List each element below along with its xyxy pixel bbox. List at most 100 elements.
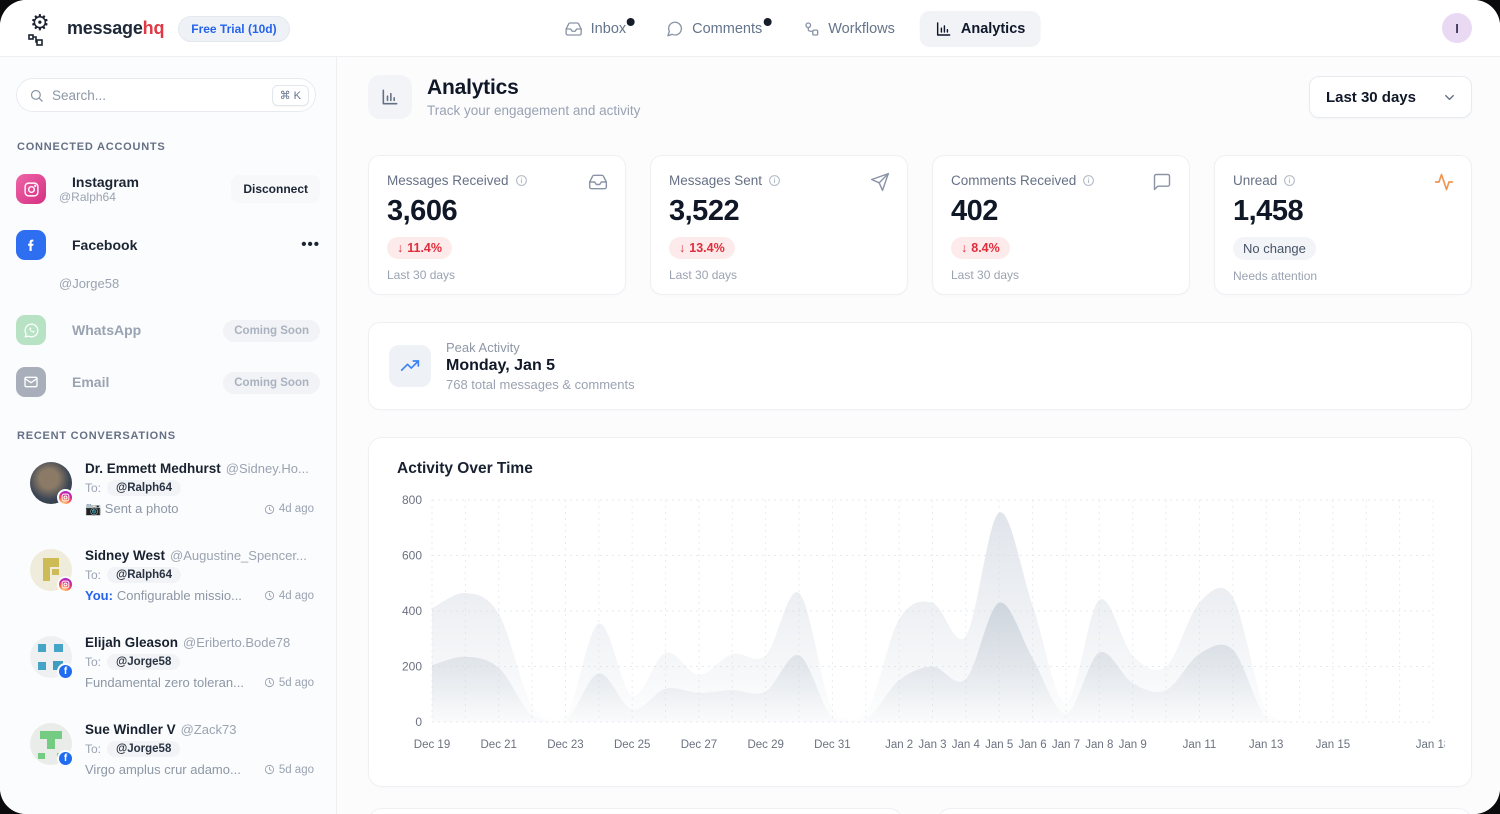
- next-section-cards: [368, 808, 1472, 814]
- info-icon[interactable]: [1082, 174, 1095, 187]
- peak-activity-banner: Peak Activity Monday, Jan 5 768 total me…: [368, 322, 1472, 410]
- message-preview: Fundamental zero toleran...: [85, 675, 244, 690]
- avatar: [30, 462, 72, 504]
- info-icon[interactable]: [515, 174, 528, 187]
- instagram-badge-icon: [57, 576, 74, 593]
- svg-text:Dec 27: Dec 27: [681, 739, 717, 751]
- conversation-handle: @Zack73: [181, 722, 237, 737]
- svg-text:Jan 18: Jan 18: [1416, 739, 1445, 751]
- down-arrow-icon: [397, 241, 403, 255]
- stat-label: Messages Sent: [669, 173, 762, 188]
- svg-text:Jan 7: Jan 7: [1052, 739, 1080, 751]
- more-options-button[interactable]: •••: [301, 236, 320, 253]
- stat-value: 3,522: [669, 195, 889, 228]
- conversation-handle: @Eriberto.Bode78: [183, 635, 290, 650]
- whatsapp-icon: [16, 315, 46, 345]
- info-icon[interactable]: [1283, 174, 1296, 187]
- facebook-icon: [16, 230, 46, 260]
- analytics-main: Analytics Track your engagement and acti…: [337, 57, 1500, 814]
- svg-text:600: 600: [402, 549, 422, 563]
- svg-text:800: 800: [402, 493, 422, 507]
- notification-dot: [763, 18, 771, 26]
- trial-badge: Free Trial (10d): [178, 16, 289, 42]
- chart-title: Activity Over Time: [397, 460, 1443, 478]
- message-preview: Virgo amplus crur adamo...: [85, 762, 241, 777]
- app-window: ⚙ messagehq Free Trial (10d) Inbox Comme…: [0, 0, 1500, 814]
- search-box[interactable]: ⌘ K: [16, 78, 316, 112]
- clock-icon: [264, 677, 275, 688]
- connected-accounts-heading: CONNECTED ACCOUNTS: [17, 141, 336, 153]
- page-title: Analytics: [427, 76, 640, 100]
- search-input[interactable]: [52, 88, 264, 103]
- bottom-card-sliver: [937, 808, 1472, 814]
- conversation-item[interactable]: Dr. Emmett Medhurst@Sidney.Ho... To:@Ral…: [0, 460, 336, 530]
- svg-text:200: 200: [402, 660, 422, 674]
- tab-workflows[interactable]: Workflows: [787, 11, 910, 47]
- sidebar: ⌘ K CONNECTED ACCOUNTS Instagram @Ralph6…: [0, 57, 337, 814]
- tab-comments[interactable]: Comments: [651, 11, 777, 47]
- avatar: f: [30, 636, 72, 678]
- svg-text:400: 400: [402, 604, 422, 618]
- stat-value: 1,458: [1233, 195, 1453, 228]
- tab-label: Inbox: [591, 21, 626, 37]
- tab-inbox[interactable]: Inbox: [550, 11, 641, 47]
- peak-activity-detail: 768 total messages & comments: [446, 377, 635, 392]
- account-row-facebook[interactable]: Facebook •••: [0, 228, 336, 262]
- pulse-icon: [1434, 172, 1454, 192]
- facebook-badge-icon: f: [57, 663, 74, 680]
- svg-text:Jan 2: Jan 2: [885, 739, 913, 751]
- conversation-item[interactable]: Sidney West @Augustine_Spencer... To: @Ral…: [0, 547, 336, 617]
- down-arrow-icon: [679, 241, 685, 255]
- svg-text:Dec 29: Dec 29: [747, 739, 783, 751]
- account-handle: @Ralph64: [59, 190, 139, 204]
- timestamp: 4d ago: [256, 590, 314, 602]
- activity-chart-card: Activity Over Time 0200400600800Dec 19De…: [368, 437, 1472, 787]
- stat-label: Comments Received: [951, 173, 1076, 188]
- clock-icon: [264, 590, 275, 601]
- bottom-card-sliver: [368, 808, 903, 814]
- tab-label: Workflows: [828, 21, 895, 37]
- disconnect-button[interactable]: Disconnect: [231, 175, 320, 203]
- account-row-email: Email Coming Soon: [0, 366, 336, 398]
- svg-text:Jan 11: Jan 11: [1183, 739, 1217, 751]
- user-avatar[interactable]: I: [1442, 13, 1472, 43]
- tab-analytics[interactable]: Analytics: [920, 11, 1040, 47]
- date-range-select[interactable]: Last 30 days: [1309, 76, 1472, 118]
- to-label: To:: [85, 568, 101, 582]
- conversation-item[interactable]: f Sue Windler V@Zack73 To:@Jorge58 Virgo…: [0, 721, 336, 791]
- recent-conversations-heading: RECENT CONVERSATIONS: [17, 430, 336, 442]
- conversation-item[interactable]: f Elijah Gleason@Eriberto.Bode78 To:@Jor…: [0, 634, 336, 704]
- instagram-badge-icon: [57, 489, 74, 506]
- info-icon[interactable]: [768, 174, 781, 187]
- svg-text:Dec 21: Dec 21: [481, 739, 517, 751]
- conversation-handle: @Augustine_Spencer...: [170, 548, 307, 563]
- svg-text:Jan 8: Jan 8: [1085, 739, 1113, 751]
- facebook-badge-icon: f: [57, 750, 74, 767]
- top-header: ⚙ messagehq Free Trial (10d) Inbox Comme…: [0, 0, 1500, 57]
- stat-caption: Needs attention: [1233, 269, 1453, 283]
- svg-text:Jan 5: Jan 5: [985, 739, 1013, 751]
- conversation-name: Sidney West: [85, 548, 165, 563]
- account-row-instagram[interactable]: Instagram @Ralph64 Disconnect: [0, 166, 336, 212]
- stat-caption: Last 30 days: [387, 268, 607, 282]
- account-row-whatsapp: WhatsApp Coming Soon: [0, 314, 336, 346]
- svg-text:Dec 23: Dec 23: [547, 739, 583, 751]
- conversation-name: Sue Windler V: [85, 722, 176, 737]
- change-badge: 13.4%: [669, 237, 735, 259]
- gear-logo-icon: ⚙: [27, 12, 57, 46]
- chevron-down-icon: [1442, 90, 1457, 105]
- stat-card-messages-received: Messages Received 3,606 11.4% Last 30 da…: [368, 155, 626, 295]
- change-badge: No change: [1233, 237, 1316, 260]
- recipient-pill: @Ralph64: [107, 480, 181, 496]
- recipient-pill: @Ralph64: [107, 567, 181, 583]
- inbox-icon: [588, 172, 608, 192]
- stat-value: 402: [951, 195, 1171, 228]
- to-label: To:: [85, 481, 101, 495]
- stat-label: Unread: [1233, 173, 1277, 188]
- activity-area-chart[interactable]: 0200400600800Dec 19Dec 21Dec 23Dec 25Dec…: [397, 486, 1445, 764]
- recipient-pill: @Jorge58: [107, 741, 180, 757]
- app-logo[interactable]: ⚙ messagehq Free Trial (10d): [27, 0, 290, 57]
- account-name: WhatsApp: [72, 322, 141, 338]
- trending-up-icon: [389, 345, 431, 387]
- down-arrow-icon: [961, 241, 967, 255]
